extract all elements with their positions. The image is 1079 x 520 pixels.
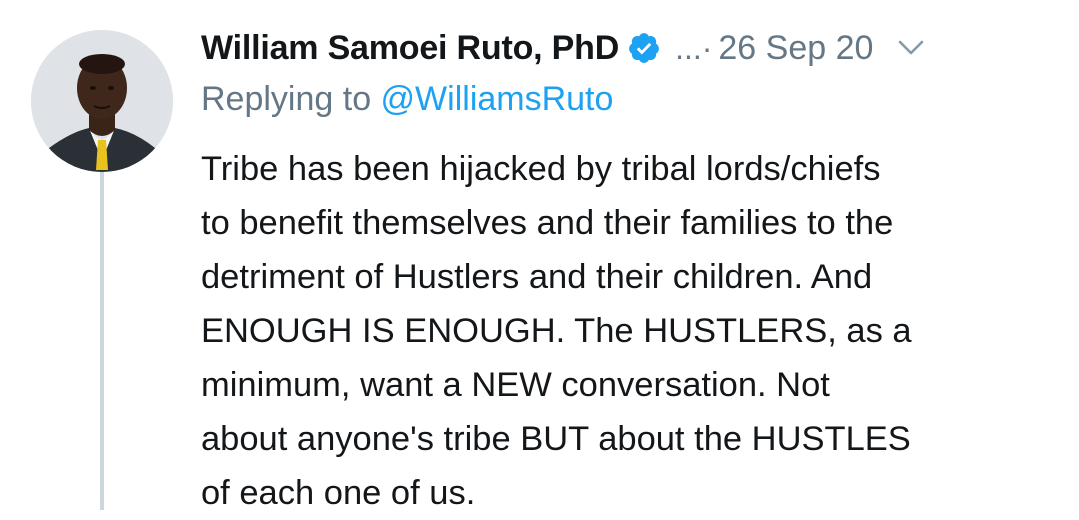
replying-to-prefix: Replying to xyxy=(201,80,381,118)
more-indicator: ...· xyxy=(675,29,713,66)
replying-to: Replying to @WilliamsRuto xyxy=(201,80,613,119)
tweet-header: William Samoei Ruto, PhD ...· 26 Sep 20 xyxy=(201,22,925,74)
tweet-text: Tribe has been hijacked by tribal lords/… xyxy=(201,142,1071,520)
chevron-down-icon[interactable] xyxy=(897,38,925,58)
tweet-text-line: detriment of Hustlers and their children… xyxy=(201,258,873,296)
verified-badge-icon xyxy=(627,31,661,65)
tweet-text-line: minimum, want a NEW conversation. Not xyxy=(201,366,830,404)
avatar-image xyxy=(31,30,173,172)
tweet-text-line: to benefit themselves and their families… xyxy=(201,204,894,242)
tweet-date[interactable]: 26 Sep 20 xyxy=(718,29,873,68)
tweet-text-line: of each one of us. xyxy=(201,474,476,512)
avatar[interactable] xyxy=(31,30,173,172)
author-display-name[interactable]: William Samoei Ruto, PhD xyxy=(201,29,619,68)
tweet-text-line: Tribe has been hijacked by tribal lords/… xyxy=(201,150,881,188)
tweet-text-line: ENOUGH IS ENOUGH. The HUSTLERS, as a xyxy=(201,312,912,350)
thread-line xyxy=(100,172,104,510)
reply-handle-link[interactable]: @WilliamsRuto xyxy=(381,80,614,118)
tweet-text-line: about anyone's tribe BUT about the HUSTL… xyxy=(201,420,911,458)
